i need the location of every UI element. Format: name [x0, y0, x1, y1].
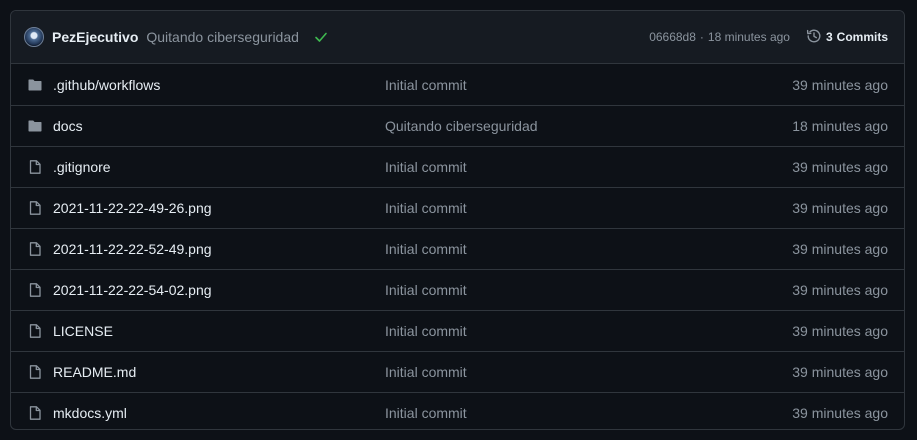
file-icon	[27, 282, 43, 298]
file-commit-message-link[interactable]: Initial commit	[385, 282, 792, 298]
file-commit-message-link[interactable]: Initial commit	[385, 405, 792, 421]
file-name-link[interactable]: docs	[53, 118, 385, 134]
file-row[interactable]: 2021-11-22-22-49-26.png Initial commit 39 …	[11, 187, 904, 228]
file-commit-time: 39 minutes ago	[792, 159, 888, 175]
file-name-link[interactable]: 2021-11-22-22-52-49.png	[53, 241, 385, 257]
file-commit-message-link[interactable]: Quitando ciberseguridad	[385, 118, 792, 134]
file-commit-time: 39 minutes ago	[792, 282, 888, 298]
file-commit-time: 39 minutes ago	[792, 323, 888, 339]
file-icon	[27, 364, 43, 380]
file-icon	[27, 241, 43, 257]
file-name-link[interactable]: LICENSE	[53, 323, 385, 339]
file-commit-message-link[interactable]: Initial commit	[385, 323, 792, 339]
commit-meta: 06668d8 · 18 minutes ago	[649, 30, 790, 44]
file-commit-time: 39 minutes ago	[792, 200, 888, 216]
file-commit-time: 39 minutes ago	[792, 364, 888, 380]
file-row[interactable]: LICENSE Initial commit 39 minutes ago	[11, 310, 904, 351]
file-name-link[interactable]: 2021-11-22-22-54-02.png	[53, 282, 385, 298]
commits-count: 3	[825, 30, 833, 44]
commit-author-link[interactable]: PezEjecutivo	[52, 29, 138, 45]
file-commit-time: 39 minutes ago	[792, 241, 888, 257]
check-icon[interactable]	[313, 29, 329, 45]
folder-icon	[27, 77, 43, 93]
file-row[interactable]: 2021-11-22-22-52-49.png Initial commit 39 …	[11, 228, 904, 269]
file-name-link[interactable]: README.md	[53, 364, 385, 380]
file-row[interactable]: docs Quitando ciberseguridad 18 minutes ag…	[11, 105, 904, 146]
file-row[interactable]: mkdocs.yml Initial commit 39 minutes ago	[11, 392, 904, 429]
file-name-link[interactable]: mkdocs.yml	[53, 405, 385, 421]
history-icon	[806, 28, 826, 47]
file-commit-message-link[interactable]: Initial commit	[385, 200, 792, 216]
file-commit-message-link[interactable]: Initial commit	[385, 77, 792, 93]
folder-icon	[27, 118, 43, 134]
file-commit-message-link[interactable]: Initial commit	[385, 364, 792, 380]
file-icon	[27, 405, 43, 421]
file-row[interactable]: README.md Initial commit 39 minutes ago	[11, 351, 904, 392]
avatar[interactable]	[24, 27, 44, 47]
file-commit-time: 18 minutes ago	[792, 118, 888, 134]
file-name-link[interactable]: .github/workflows	[53, 77, 385, 93]
file-commit-time: 39 minutes ago	[792, 405, 888, 421]
file-commit-message-link[interactable]: Initial commit	[385, 241, 792, 257]
latest-commit-bar: PezEjecutivo Quitando ciberseguridad 066…	[11, 11, 904, 64]
commits-history-button[interactable]: 3 Commits	[806, 28, 888, 47]
file-row[interactable]: .github/workflows Initial commit 39 minute…	[11, 64, 904, 105]
file-row[interactable]: 2021-11-22-22-54-02.png Initial commit 39 …	[11, 269, 904, 310]
latest-commit-message-link[interactable]: Quitando ciberseguridad	[146, 29, 299, 45]
file-name-link[interactable]: 2021-11-22-22-49-26.png	[53, 200, 385, 216]
file-commit-message-link[interactable]: Initial commit	[385, 159, 792, 175]
file-icon	[27, 323, 43, 339]
file-icon	[27, 159, 43, 175]
commit-time: 18 minutes ago	[707, 30, 790, 44]
file-row[interactable]: .gitignore Initial commit 39 minutes ago	[11, 146, 904, 187]
file-commit-time: 39 minutes ago	[792, 76, 888, 93]
file-icon	[27, 200, 43, 216]
file-browser: PezEjecutivo Quitando ciberseguridad 066…	[10, 10, 905, 430]
commits-label: Commits	[836, 30, 888, 44]
file-name-link[interactable]: .gitignore	[53, 159, 385, 175]
meta-separator: ·	[699, 30, 704, 44]
file-list: .github/workflows Initial commit 39 minute…	[11, 64, 904, 429]
commit-hash-link[interactable]: 06668d8	[649, 30, 696, 44]
